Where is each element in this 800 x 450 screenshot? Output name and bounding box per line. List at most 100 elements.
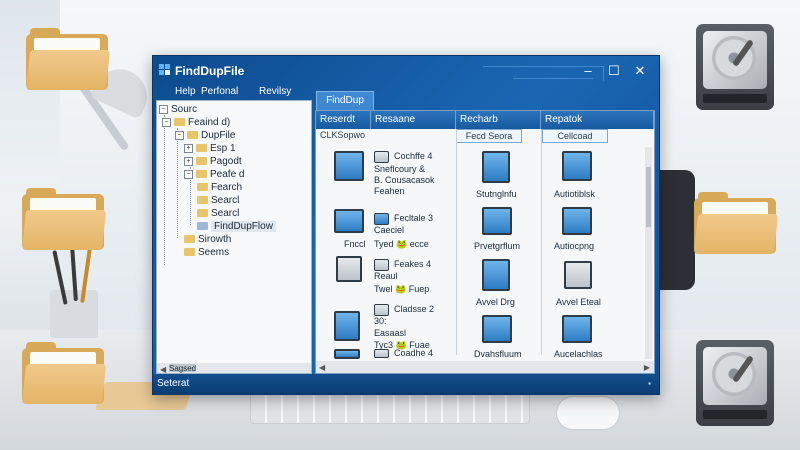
menu-personal[interactable]: Perfonal bbox=[201, 86, 238, 97]
image-file-icon[interactable] bbox=[334, 209, 364, 233]
menu-help[interactable]: Help bbox=[175, 86, 196, 97]
sub-header[interactable]: Cellcoad bbox=[542, 129, 608, 143]
findupfile-window: FindDupFile – ☐ ✕ Help Perfonal Revilsy … bbox=[152, 55, 660, 395]
image-file-icon[interactable] bbox=[562, 315, 592, 343]
collapse-icon[interactable]: − bbox=[175, 130, 184, 140]
image-file-icon[interactable] bbox=[334, 311, 360, 341]
image-file-icon[interactable] bbox=[374, 213, 389, 225]
image-file-icon[interactable] bbox=[562, 151, 592, 181]
tree-item[interactable]: − Peafe d bbox=[184, 168, 244, 180]
image-file-icon[interactable] bbox=[482, 207, 512, 235]
column-header[interactable]: Reserdt bbox=[316, 111, 371, 129]
image-file-icon[interactable] bbox=[482, 315, 512, 343]
results-vertical-scrollbar[interactable] bbox=[645, 147, 652, 359]
document-icon[interactable] bbox=[374, 151, 389, 163]
column-divider bbox=[541, 129, 542, 355]
menu-bar: Help Perfonal Revilsy bbox=[153, 86, 313, 100]
image-file-icon[interactable] bbox=[564, 261, 592, 289]
collapse-icon[interactable]: − bbox=[162, 117, 171, 127]
folder-icon bbox=[197, 209, 208, 217]
tree-item-selected[interactable]: FindDupFlow bbox=[197, 220, 305, 232]
file-label: Twel 🐸 Fuep bbox=[374, 284, 430, 294]
file-label: Feahen bbox=[374, 186, 405, 196]
file-label: Autiotiblsk bbox=[554, 189, 596, 199]
column-header[interactable]: Recharb bbox=[456, 111, 541, 129]
scroll-right-icon[interactable]: ▶ bbox=[644, 363, 650, 372]
image-file-icon[interactable] bbox=[562, 207, 592, 235]
tree-item-label: Esp 1 bbox=[210, 142, 236, 154]
document-icon[interactable] bbox=[374, 349, 389, 358]
file-label: Caeciel bbox=[374, 225, 405, 235]
tree-item-label: Sourc bbox=[171, 103, 198, 115]
folder-icon bbox=[184, 235, 195, 243]
image-file-icon[interactable] bbox=[334, 151, 364, 181]
maximize-icon[interactable]: ☐ bbox=[603, 62, 625, 80]
tree-item-label: Peafe d bbox=[210, 168, 245, 180]
tree-item[interactable]: Searcl bbox=[197, 207, 239, 219]
file-label: Tyed 🐸 ecce bbox=[374, 239, 429, 249]
title-bar[interactable]: FindDupFile – ☐ ✕ bbox=[153, 56, 659, 86]
tree-item[interactable]: − Sourc bbox=[159, 103, 197, 115]
scroll-left-icon[interactable]: ◀ bbox=[319, 363, 325, 372]
results-pane: Reserdt Resaane Recharb Repatok CLKSopwo… bbox=[315, 110, 655, 374]
folder-icon bbox=[197, 183, 208, 191]
scrollbar-thumb[interactable]: Sagsed bbox=[169, 364, 196, 373]
expand-icon[interactable]: + bbox=[184, 156, 193, 166]
tree-item-label: Searcl bbox=[211, 194, 240, 206]
tree-item[interactable]: − Feaind d) bbox=[162, 116, 230, 128]
scrollbar-thumb[interactable] bbox=[646, 167, 651, 227]
scroll-left-icon[interactable]: ◀ bbox=[160, 365, 166, 374]
tree-item[interactable]: Fearch bbox=[197, 181, 242, 193]
tree-item[interactable]: Sirowth bbox=[184, 233, 231, 245]
image-file-icon[interactable] bbox=[336, 256, 362, 282]
tree-item-label: Sirowth bbox=[198, 233, 232, 245]
status-bar: Seterat ▪ bbox=[153, 374, 659, 394]
tree-item[interactable]: Searcl bbox=[197, 194, 239, 206]
folder-icon bbox=[196, 157, 207, 165]
file-label: Aucelachlas bbox=[554, 349, 603, 359]
image-file-icon[interactable] bbox=[482, 259, 510, 291]
file-label: 30: bbox=[374, 316, 387, 326]
document-icon[interactable] bbox=[374, 304, 389, 316]
file-label: B. Cousacasok bbox=[374, 175, 435, 185]
file-label: Avvel Drg bbox=[476, 297, 515, 307]
collapse-icon[interactable]: − bbox=[184, 169, 193, 179]
column-header[interactable]: Resaane bbox=[371, 111, 456, 129]
file-label: Prvetgrflum bbox=[474, 241, 521, 251]
column-divider bbox=[456, 129, 457, 355]
tab-finddup[interactable]: FindDup bbox=[316, 91, 374, 110]
file-label: Fnccl bbox=[344, 239, 366, 249]
image-file-icon[interactable] bbox=[482, 151, 510, 183]
tree-item-label: Fearch bbox=[211, 181, 243, 193]
tree-item[interactable]: + Pagodt bbox=[184, 155, 242, 167]
collapse-icon[interactable]: − bbox=[159, 104, 168, 114]
tree-horizontal-scrollbar[interactable]: ◀ Sagsed bbox=[157, 363, 311, 374]
folder-icon bbox=[197, 222, 208, 230]
minimize-icon[interactable]: – bbox=[577, 62, 599, 80]
file-label: Cladsse 2 bbox=[394, 304, 435, 314]
menu-review[interactable]: Revilsy bbox=[259, 86, 291, 97]
expand-icon[interactable]: + bbox=[184, 143, 193, 153]
folder-icon bbox=[21, 342, 107, 404]
sub-header[interactable]: Fecd Seora bbox=[456, 129, 522, 143]
resize-grip-icon[interactable]: ▪ bbox=[648, 379, 651, 388]
file-label: Reaul bbox=[374, 271, 398, 281]
close-icon[interactable]: ✕ bbox=[629, 62, 651, 80]
file-label: Cochffe 4 bbox=[394, 151, 433, 161]
file-label: Autiocpng bbox=[554, 241, 595, 251]
folder-tree-pane: − Sourc − Feaind d) − DupFile + Esp 1 + … bbox=[156, 100, 312, 374]
hard-drive-icon bbox=[696, 24, 774, 110]
document-icon[interactable] bbox=[374, 259, 389, 271]
file-label: Easaasl bbox=[374, 328, 407, 338]
keyboard bbox=[250, 392, 530, 424]
tree-item[interactable]: Seems bbox=[184, 246, 229, 258]
image-file-icon[interactable] bbox=[334, 349, 360, 359]
tree-item[interactable]: − DupFile bbox=[175, 129, 235, 141]
results-horizontal-scrollbar[interactable]: ◀ ▶ bbox=[316, 361, 654, 373]
tree-item[interactable]: + Esp 1 bbox=[184, 142, 236, 154]
tree-item-label: Searcl bbox=[211, 207, 240, 219]
column-header[interactable]: Repatok bbox=[541, 111, 654, 129]
file-label: Avvel Eteal bbox=[556, 297, 601, 307]
status-text: Seterat bbox=[157, 378, 190, 389]
tree-guide-line bbox=[164, 115, 165, 265]
